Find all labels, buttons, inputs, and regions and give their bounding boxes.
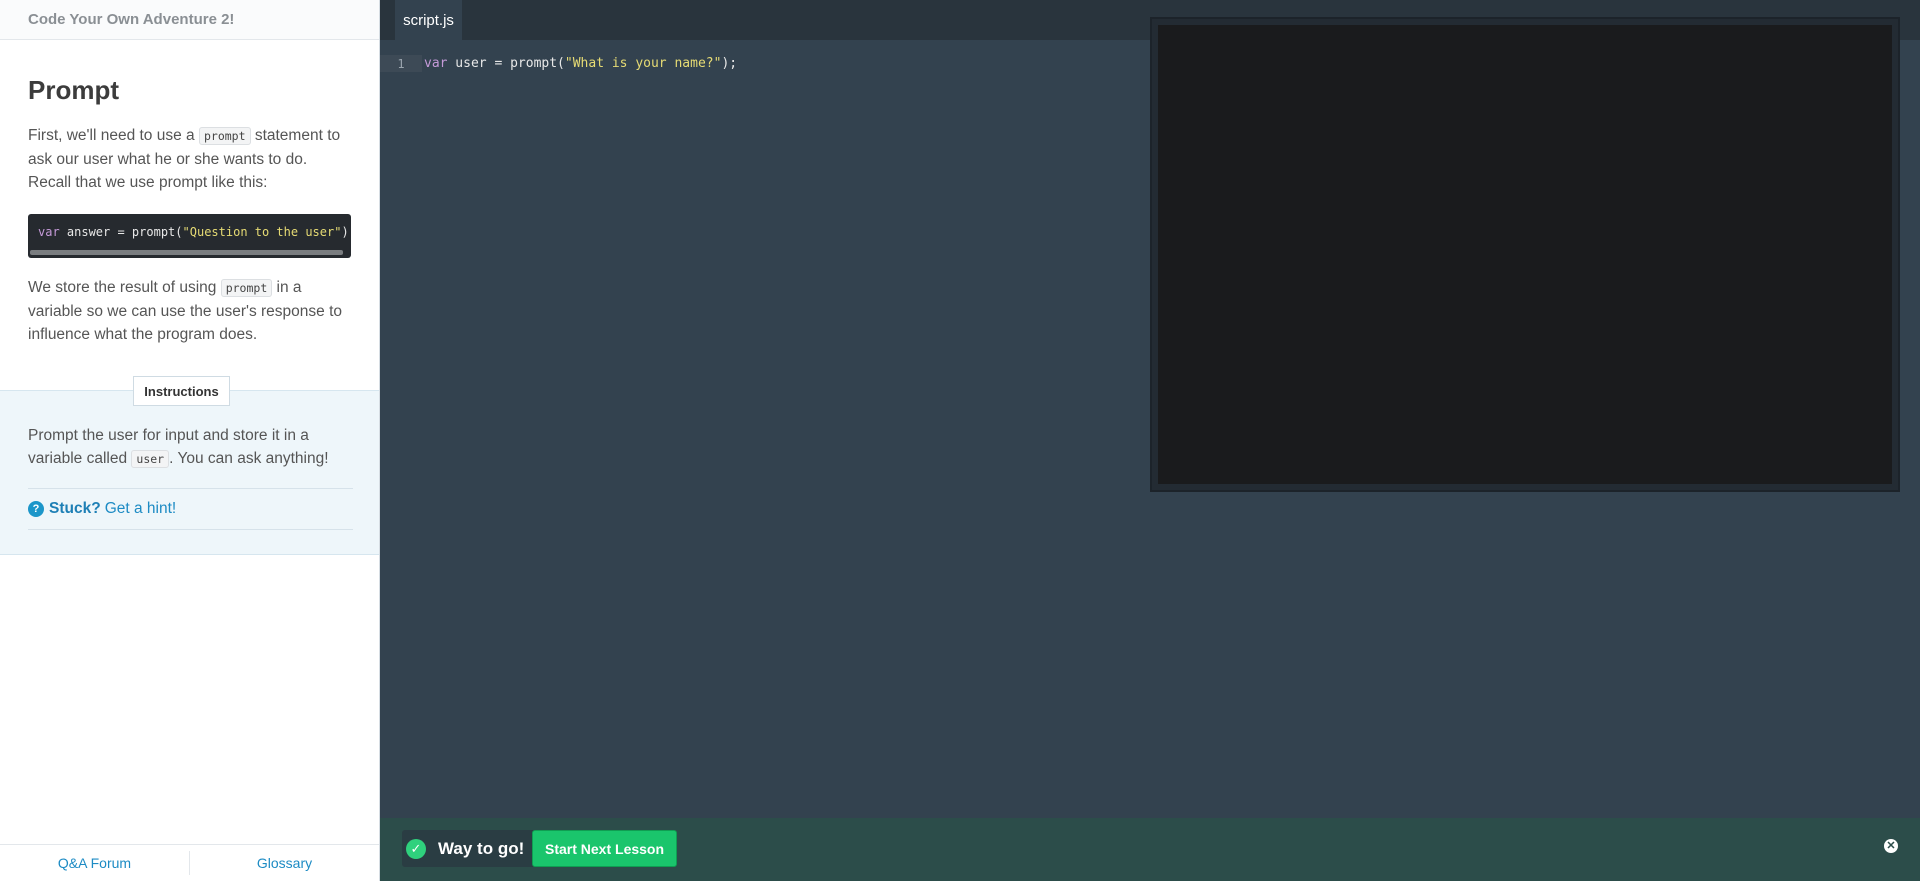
start-next-lesson-button[interactable]: Start Next Lesson <box>532 830 678 867</box>
code-line[interactable]: var user = prompt("What is your name?"); <box>424 55 737 72</box>
code-text: user = prompt( <box>447 56 565 71</box>
output-preview <box>1150 17 1900 492</box>
code-text: answer = prompt( <box>59 225 183 239</box>
qa-forum-link[interactable]: Q&A Forum <box>0 845 189 881</box>
result-bar: ✓ Way to go! Start Next Lesson ✕ <box>380 818 1920 881</box>
code-example: var answer = prompt("Question to the use… <box>28 214 351 258</box>
course-header: Code Your Own Adventure 2! <box>0 0 379 40</box>
lesson-paragraph-2: We store the result of using prompt in a… <box>28 276 351 346</box>
code-text: ); <box>341 225 351 239</box>
tab-script-js[interactable]: script.js <box>395 0 462 40</box>
preview-screen <box>1158 25 1892 484</box>
success-text: Way to go! <box>438 838 525 858</box>
get-hint-link[interactable]: Get a hint! <box>105 500 177 518</box>
hint-row[interactable]: ? Stuck? Get a hint! <box>28 488 353 530</box>
question-circle-icon: ? <box>28 501 44 517</box>
lesson-content: Prompt First, we'll need to use a prompt… <box>0 75 379 346</box>
lesson-heading: Prompt <box>28 75 119 105</box>
lesson-panel: Code Your Own Adventure 2! Prompt First,… <box>0 0 380 881</box>
inline-code: user <box>131 450 170 468</box>
instructions-panel: Instructions Prompt the user for input a… <box>0 376 379 555</box>
line-number: 1 <box>380 55 422 72</box>
inline-code: prompt <box>198 127 251 145</box>
instructions-text: Prompt the user for input and store it i… <box>28 424 358 471</box>
code-string: "What is your name?" <box>564 56 722 71</box>
text: We store the result of using <box>28 279 221 296</box>
close-icon[interactable]: ✕ <box>1884 839 1898 853</box>
course-title[interactable]: Code Your Own Adventure 2! <box>28 11 234 28</box>
glossary-link[interactable]: Glossary <box>190 845 379 881</box>
code-keyword: var <box>38 225 60 239</box>
code-string: "Question to the user" <box>182 225 342 239</box>
lesson-paragraph-1: First, we'll need to use a prompt statem… <box>28 124 351 194</box>
stuck-label: Stuck? <box>49 500 101 517</box>
code-editor[interactable]: 1 var user = prompt("What is your name?"… <box>380 40 1140 820</box>
success-message: ✓ Way to go! <box>402 830 547 867</box>
text: First, we'll need to use a <box>28 127 199 144</box>
instructions-label: Instructions <box>133 376 230 406</box>
inline-code: prompt <box>220 279 273 297</box>
code-scrollbar[interactable] <box>30 250 343 255</box>
footer-links: Q&A Forum Glossary <box>0 844 379 881</box>
code-keyword: var <box>424 56 448 71</box>
text: . You can ask anything! <box>169 450 329 467</box>
check-circle-icon: ✓ <box>406 838 426 859</box>
code-text: ); <box>721 56 738 71</box>
